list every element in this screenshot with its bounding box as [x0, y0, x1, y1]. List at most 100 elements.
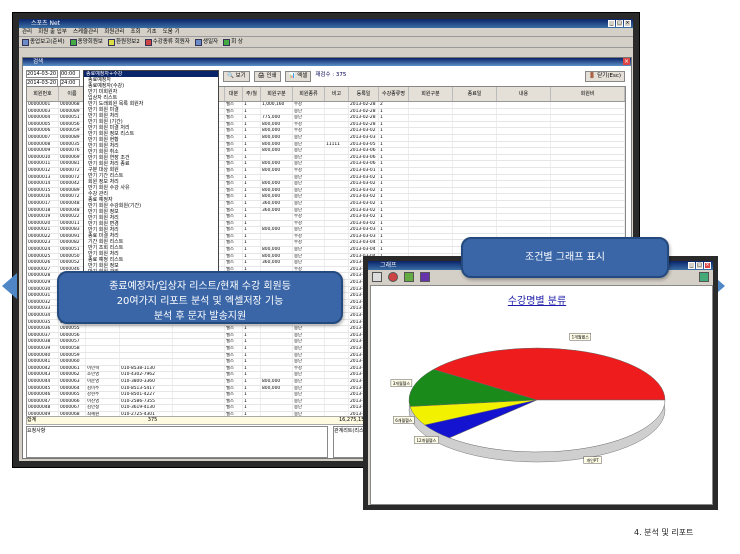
table-cell [453, 174, 497, 181]
toolbar-report[interactable]: 종업보고(준비) [22, 37, 65, 47]
print-button[interactable]: 🖨 인쇄 [253, 71, 281, 82]
column-header[interactable]: 대분 [225, 87, 243, 101]
menu-item-schedule[interactable]: 스케줄관리 [73, 28, 98, 36]
svg-text:12개월헬스: 12개월헬스 [416, 437, 436, 443]
table-cell [325, 148, 349, 154]
notes-box[interactable]: 요청사항 [26, 426, 328, 458]
table-cell [551, 220, 625, 227]
course-icon [144, 38, 152, 46]
table-cell [409, 247, 453, 253]
table-cell: 2013-03-02 [349, 220, 379, 227]
table-cell [497, 220, 551, 227]
time-from-input[interactable]: 00:00 [60, 70, 80, 78]
column-header[interactable]: 회원비 [551, 87, 625, 101]
close-button[interactable]: 🚪 닫기(Esc) [584, 71, 625, 82]
view-button[interactable]: 🔍 보기 [223, 71, 250, 82]
table-cell: 0000060 [59, 359, 86, 365]
table-cell [325, 102, 349, 108]
table-cell [325, 345, 349, 352]
table-cell [409, 167, 453, 174]
table-cell: 1 [379, 134, 409, 141]
table-cell: 800,000 [261, 187, 293, 194]
menu-item-help[interactable]: 도움 기 [163, 28, 180, 36]
column-header[interactable]: 주/월 [243, 87, 261, 101]
column-header[interactable]: 내용 [497, 87, 551, 101]
column-header[interactable]: 비고 [325, 87, 349, 101]
menu-bar: 관리 회원 출 입부 스케줄관리 회원관리 조회 기초 도움 기 [19, 28, 633, 37]
toolbar-info2[interactable]: 환원정보2 [107, 37, 140, 47]
table-cell: 중단 [293, 154, 325, 161]
graph-close-icon[interactable]: × [704, 262, 711, 269]
table-cell: 00000018 [27, 207, 59, 214]
table-cell [551, 134, 625, 141]
date-from-input[interactable]: 2014-03-20 [26, 70, 58, 78]
table-cell: 1 [243, 227, 261, 233]
bar-chart-icon[interactable] [404, 272, 414, 282]
column-header[interactable]: 회원구분 [409, 87, 453, 101]
table-cell: 00000046 [27, 392, 59, 398]
menu-item-manage[interactable]: 관리 [22, 28, 32, 36]
callout-line-3: 분석 후 문자 발송지원 [153, 311, 247, 322]
table-cell [173, 378, 225, 385]
print-icon[interactable] [372, 272, 382, 282]
toolbar-misc[interactable]: 회 상 [223, 37, 243, 47]
excel-button[interactable]: 📊 엑셀 [284, 71, 312, 82]
pie-chart-icon[interactable] [388, 272, 398, 282]
graph-maximize-icon[interactable]: □ [696, 262, 703, 269]
table-cell: 2013-02-28 [349, 115, 379, 121]
prev-arrow-icon[interactable] [2, 273, 17, 299]
column-header[interactable]: 등록일 [349, 87, 379, 101]
column-header[interactable]: 회원종류 [293, 87, 325, 101]
column-header[interactable]: 이름 [59, 87, 86, 101]
form-close-icon[interactable]: × [623, 58, 630, 65]
table-cell: 0000068 [59, 102, 86, 108]
table-cell: 헬스 [225, 378, 243, 385]
table-cell: 00000001 [27, 102, 59, 108]
maximize-icon[interactable]: □ [616, 20, 623, 27]
table-cell [497, 161, 551, 167]
table-cell [497, 187, 551, 194]
menu-item-basic[interactable]: 기초 [147, 28, 157, 36]
table-cell [325, 181, 349, 187]
table-cell: 중단 [293, 161, 325, 167]
table-cell [551, 108, 625, 115]
table-cell [86, 352, 120, 359]
menu-item-query[interactable]: 조회 [131, 28, 141, 36]
table-cell [453, 207, 497, 214]
line-chart-icon[interactable] [420, 272, 430, 282]
table-cell: 중단 [293, 187, 325, 194]
minimize-icon[interactable]: _ [608, 20, 615, 27]
table-cell: 1 [243, 134, 261, 141]
table-cell: 중단 [293, 247, 325, 253]
toolbar-course-member[interactable]: 수강종류 회원자 [144, 37, 190, 47]
table-cell [497, 167, 551, 174]
table-cell [409, 187, 453, 194]
graph-minimize-icon[interactable]: _ [688, 262, 695, 269]
close-icon[interactable]: × [624, 20, 631, 27]
table-cell: 수강 [293, 167, 325, 174]
table-cell: 0000064 [59, 385, 86, 392]
menu-item-member-mgmt[interactable]: 회원관리 [104, 28, 124, 36]
toolbar-member-report[interactable]: 종양회원보 [69, 37, 103, 47]
table-cell: 0000081 [59, 161, 86, 167]
column-header[interactable]: 종료일 [453, 87, 497, 101]
table-cell: 1 [243, 128, 261, 134]
sum-label: 합계 [27, 417, 37, 423]
table-cell: 800,000 [261, 247, 293, 253]
report-type-dropdown[interactable]: 종료예정자+수강 종료예정자 종료예정자(수강) 만기 미회원자 입상자 리스트 만기 … [83, 70, 219, 302]
toolbar-birthday[interactable]: 생일자 [194, 37, 218, 47]
table-cell: 00000035 [27, 319, 59, 326]
table-cell [325, 352, 349, 359]
table-cell: 00000020 [27, 220, 59, 227]
column-header[interactable]: 회원구분 [261, 87, 293, 101]
table-cell: 1 [243, 207, 261, 214]
menu-item-member-io[interactable]: 회원 출 입부 [38, 28, 67, 36]
table-cell: 중단 [293, 148, 325, 154]
table-cell: 중단 [293, 207, 325, 214]
exit-icon[interactable] [699, 272, 709, 282]
table-cell: 1 [243, 405, 261, 411]
column-header[interactable]: 회원번호 [27, 87, 59, 101]
table-cell [86, 359, 120, 365]
column-header[interactable]: 수강종류명 [379, 87, 409, 101]
table-cell: 00000048 [27, 405, 59, 411]
